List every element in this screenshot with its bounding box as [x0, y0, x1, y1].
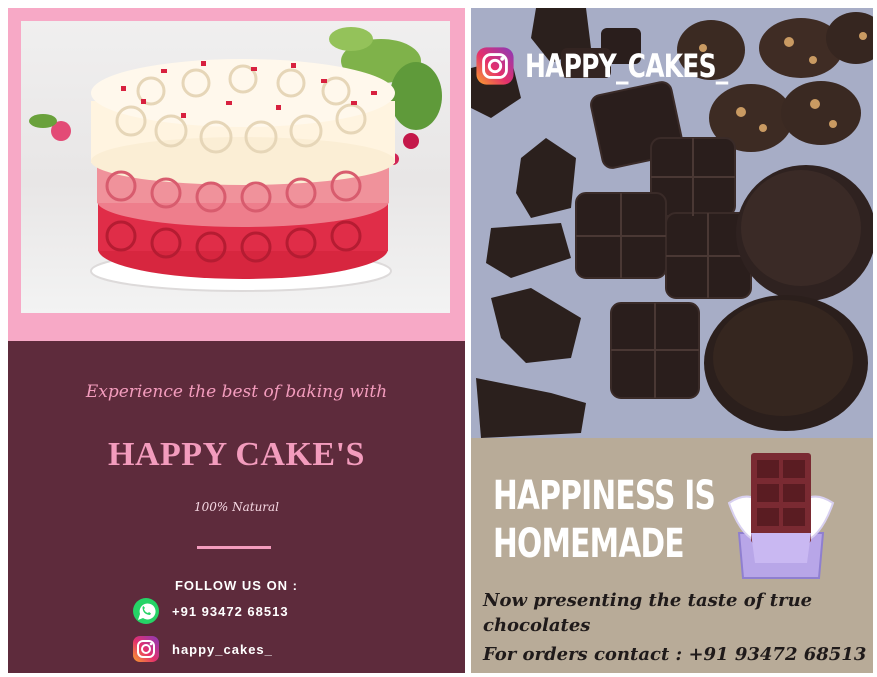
cake-photo [21, 21, 450, 313]
handle-text: HAPPY_CAKES_ [525, 47, 728, 85]
natural-claim: 100% Natural [193, 500, 280, 514]
whatsapp-contact[interactable]: +91 93472 68513 [132, 597, 289, 625]
brand-name: HAPPY CAKE'S [108, 436, 365, 473]
chocolate-poster: HAPPY_CAKES_ HAPPINESS IS HOMEMADE Now p… [471, 8, 873, 673]
instagram-handle-banner[interactable]: HAPPY_CAKES_ [475, 46, 785, 86]
whatsapp-icon [133, 598, 159, 624]
tagline: Experience the best of baking with [85, 382, 388, 402]
instagram-contact[interactable]: happy_cakes_ [132, 635, 273, 663]
cake-illustration [29, 27, 442, 292]
chocolate-bar-icon [727, 453, 835, 579]
instagram-handle: happy_cakes_ [172, 641, 273, 657]
cake-photo-frame [8, 8, 465, 341]
headline-line-1: HAPPINESS IS [493, 473, 716, 519]
instagram-icon [476, 47, 514, 85]
cake-poster: Experience the best of baking with HAPPY… [8, 8, 465, 673]
follow-label: FOLLOW US ON : [174, 578, 299, 593]
whatsapp-number: +91 93472 68513 [172, 603, 289, 619]
headline: HAPPINESS IS HOMEMADE [493, 472, 737, 568]
orders-contact: For orders contact : +91 93472 68513 [483, 644, 867, 665]
divider [197, 546, 271, 549]
instagram-icon [133, 636, 159, 662]
headline-line-2: HOMEMADE [493, 521, 685, 567]
presenting-text: Now presenting the taste of true chocola… [483, 590, 813, 636]
